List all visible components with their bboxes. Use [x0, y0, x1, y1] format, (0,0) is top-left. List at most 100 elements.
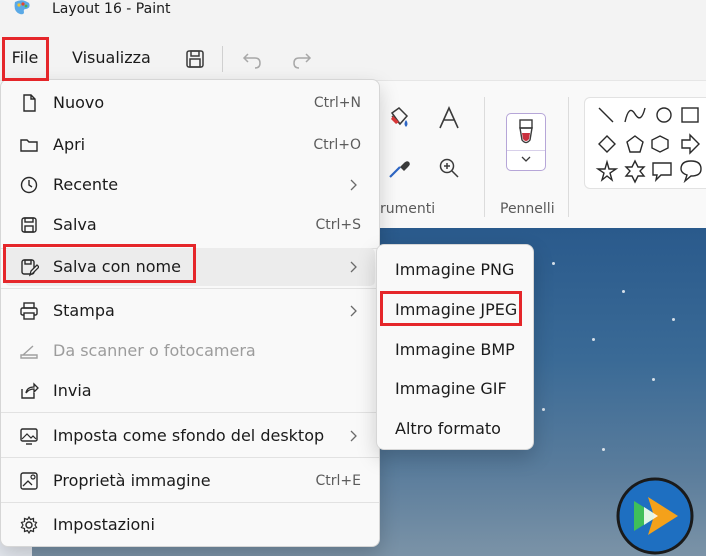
menu-item-open[interactable]: Apri Ctrl+O — [5, 126, 375, 164]
star-dot — [592, 338, 595, 341]
palette-icon — [14, 0, 30, 15]
chevron-right-icon — [350, 179, 357, 191]
callout-rect-icon — [652, 162, 672, 183]
folder-icon — [20, 139, 38, 152]
submenu-item-gif[interactable]: Immagine GIF — [381, 370, 529, 408]
diamond-icon — [598, 135, 616, 153]
save-as-submenu: Immagine PNG Immagine JPEG Immagine BMP … — [376, 244, 534, 450]
arrow-right-icon — [681, 133, 700, 155]
menu-separator — [1, 412, 379, 413]
tools-group-label: rumenti — [380, 201, 436, 217]
star6-icon — [624, 159, 646, 184]
window-title: Layout 16 - Paint — [52, 1, 171, 17]
shapes-grid — [595, 107, 702, 184]
printer-icon — [20, 302, 38, 320]
rectangle-icon — [681, 107, 699, 123]
brand-logo-icon — [616, 477, 694, 555]
menu-item-recent[interactable]: Recente — [5, 166, 375, 204]
menu-item-print[interactable]: Stampa — [5, 292, 375, 330]
new-file-icon — [23, 94, 36, 112]
menu-separator — [1, 457, 379, 458]
undo-icon[interactable] — [238, 44, 268, 74]
menu-item-label: Nuovo — [53, 93, 105, 112]
star-dot — [542, 408, 545, 411]
save-icon[interactable] — [180, 44, 210, 74]
toolbar-divider — [222, 46, 223, 72]
brush-selector[interactable] — [506, 113, 546, 171]
menu-item-label: Apri — [53, 135, 86, 154]
submenu-item-bmp[interactable]: Immagine BMP — [381, 331, 529, 369]
oval-icon — [656, 107, 672, 123]
star4-icon — [595, 159, 619, 182]
submenu-item-label: Immagine JPEG — [395, 300, 518, 319]
submenu-item-other-format[interactable]: Altro formato — [381, 410, 529, 448]
menu-item-label: Stampa — [53, 301, 115, 320]
star-dot — [602, 448, 605, 451]
image-properties-icon — [20, 472, 38, 490]
submenu-item-jpeg[interactable]: Immagine JPEG — [381, 291, 529, 329]
menu-item-image-properties[interactable]: Proprietà immagine Ctrl+E — [5, 462, 375, 500]
menu-item-shortcut: Ctrl+S — [315, 217, 361, 233]
submenu-item-label: Immagine PNG — [395, 260, 515, 279]
menu-item-label: Salva con nome — [53, 257, 181, 276]
menu-item-label: Invia — [53, 381, 92, 400]
menu-item-settings[interactable]: Impostazioni — [5, 506, 375, 544]
star-dot — [622, 290, 625, 293]
line-icon — [598, 107, 614, 123]
star-dot — [552, 262, 555, 265]
chevron-down-icon — [521, 156, 531, 162]
menu-separator — [1, 502, 379, 503]
file-dropdown-menu: Nuovo Ctrl+N Apri Ctrl+O Recente Salva C… — [0, 79, 380, 547]
submenu-item-png[interactable]: Immagine PNG — [381, 251, 529, 289]
save-icon — [21, 217, 37, 233]
title-bar: Layout 16 - Paint — [0, 0, 706, 34]
pentagon-icon — [626, 135, 644, 153]
share-icon — [21, 382, 39, 399]
hexagon-icon — [651, 135, 669, 153]
submenu-item-label: Immagine BMP — [395, 340, 515, 359]
scanner-icon — [20, 345, 38, 359]
menu-item-set-wallpaper[interactable]: Imposta come sfondo del desktop — [5, 417, 375, 455]
menu-item-shortcut: Ctrl+E — [315, 473, 362, 489]
file-menu-button[interactable]: File — [2, 38, 48, 78]
menu-item-save[interactable]: Salva Ctrl+S — [5, 206, 375, 244]
star-dot — [652, 378, 655, 381]
menu-item-shortcut: Ctrl+O — [313, 137, 361, 153]
ribbon-divider — [568, 97, 569, 217]
color-picker-icon[interactable] — [386, 155, 412, 181]
menu-item-label: Recente — [53, 175, 119, 194]
menu-item-label: Imposta come sfondo del desktop — [53, 426, 325, 445]
clock-icon — [20, 176, 38, 194]
menu-separator — [1, 288, 379, 289]
chevron-right-icon — [350, 261, 357, 273]
menu-item-label: Da scanner o fotocamera — [53, 341, 256, 360]
menu-item-label: Salva — [53, 215, 97, 234]
menu-item-new[interactable]: Nuovo Ctrl+N — [5, 84, 375, 122]
menu-item-shortcut: Ctrl+N — [313, 95, 361, 111]
chevron-right-icon — [350, 305, 357, 317]
magnifier-icon[interactable] — [436, 155, 462, 181]
fill-bucket-icon[interactable] — [386, 105, 412, 131]
ribbon-divider — [484, 97, 485, 217]
chevron-right-icon — [350, 430, 357, 442]
gear-icon — [20, 515, 38, 535]
menu-item-save-as[interactable]: Salva con nome — [5, 248, 375, 286]
brushes-group-label: Pennelli — [500, 201, 555, 217]
desktop-icon — [20, 428, 38, 445]
save-as-icon — [21, 259, 39, 277]
menu-item-label: Impostazioni — [53, 515, 155, 534]
submenu-item-label: Altro formato — [395, 419, 501, 438]
menu-item-scanner: Da scanner o fotocamera — [5, 332, 375, 370]
menu-item-share[interactable]: Invia — [5, 372, 375, 410]
menu-item-label: Proprietà immagine — [53, 471, 211, 490]
curve-icon — [624, 107, 646, 123]
star-dot — [672, 318, 675, 321]
shapes-gallery — [584, 97, 706, 189]
submenu-item-label: Immagine GIF — [395, 379, 507, 398]
brush-tile-divider — [507, 150, 545, 151]
redo-icon[interactable] — [286, 44, 316, 74]
callout-oval-icon — [680, 160, 702, 184]
view-menu-button[interactable]: Visualizza — [66, 38, 157, 78]
brush-icon — [519, 119, 533, 144]
text-icon[interactable] — [436, 105, 462, 131]
